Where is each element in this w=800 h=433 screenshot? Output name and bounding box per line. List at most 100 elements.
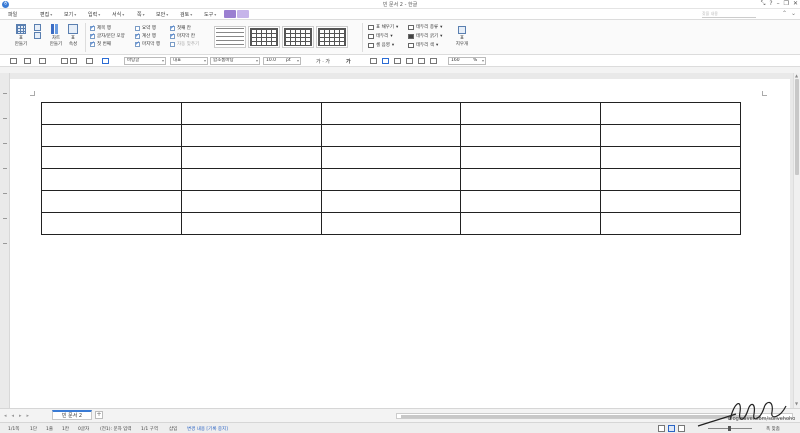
menu-tools[interactable]: 도구▾ (204, 11, 216, 18)
table-cell[interactable] (600, 146, 741, 169)
align-left-icon[interactable] (370, 58, 377, 64)
scroll-down-icon[interactable]: ▼ (795, 401, 798, 406)
zoom-select[interactable]: 160% ▾ (448, 57, 486, 65)
next-tab-icon[interactable]: ▸ (19, 413, 22, 419)
table-cell[interactable] (180, 168, 322, 191)
normal-view-icon[interactable] (658, 425, 665, 432)
align-justify-icon[interactable] (382, 58, 389, 64)
add-tab-button[interactable]: + (95, 411, 103, 419)
font-color-icon[interactable]: 가 (346, 58, 351, 65)
table-cell[interactable] (180, 212, 322, 235)
cell-split-button[interactable] (32, 24, 42, 40)
menu-format[interactable]: 서식▾ (112, 11, 124, 18)
table-cell[interactable] (320, 146, 462, 169)
table-style-grid-3[interactable] (316, 26, 348, 48)
web-view-icon[interactable] (678, 425, 685, 432)
hancom-app-icon[interactable]: ㅎ (2, 1, 9, 8)
create-chart-button[interactable]: 차트 만들기 (48, 24, 64, 47)
table-style-grid-2[interactable] (282, 26, 314, 48)
language-select[interactable]: 대표 ▾ (170, 57, 208, 65)
table-cell[interactable] (600, 102, 741, 125)
table-cell[interactable] (320, 124, 462, 147)
checkbox-header-row[interactable]: 제목 행 (90, 24, 125, 32)
table-cell[interactable] (600, 124, 741, 147)
document-table[interactable] (41, 102, 741, 235)
menu-security[interactable]: 보안▾ (156, 11, 168, 18)
table-cell[interactable] (41, 212, 182, 235)
table-layout-tab-icon[interactable] (237, 10, 249, 18)
font-size-input[interactable]: 10.0 pt ▾ (263, 57, 301, 65)
border-type-button[interactable]: 테두리 종류 ▾ (408, 24, 442, 30)
menu-view[interactable]: 보기▾ (64, 11, 76, 18)
table-cell[interactable] (460, 102, 602, 125)
scrollbar-thumb[interactable] (795, 79, 799, 175)
scroll-up-icon[interactable]: ▲ (795, 73, 798, 78)
create-table-button[interactable]: 표 만들기 (10, 24, 32, 47)
table-fill-button[interactable]: 표 채우기 ▾ (368, 24, 398, 30)
close-button[interactable]: ✕ (793, 0, 798, 8)
table-cell[interactable] (41, 146, 182, 169)
table-cell[interactable] (320, 168, 462, 191)
table-cell[interactable] (180, 146, 322, 169)
print-preview-icon[interactable] (70, 58, 77, 64)
table-design-tab-icon[interactable] (224, 10, 236, 18)
first-tab-icon[interactable]: ◂ (4, 413, 7, 419)
table-cell[interactable] (41, 124, 182, 147)
tab-document[interactable]: 빈 문서 2 (52, 410, 92, 420)
collapse-ribbon-icon[interactable]: ⌃ (782, 10, 787, 17)
distribute-icon[interactable] (418, 58, 425, 64)
border-width-button[interactable]: 테두리 굵기 ▾ (408, 33, 442, 39)
table-cell[interactable] (460, 168, 602, 191)
table-cell[interactable] (180, 102, 322, 125)
page-view-icon[interactable] (668, 425, 675, 432)
table-cell[interactable] (460, 146, 602, 169)
border-button[interactable]: 테두리 ▾ (368, 33, 393, 39)
open-folder-icon[interactable] (24, 58, 31, 64)
fullscreen-icon[interactable]: ⤡ (761, 0, 766, 8)
char-spacing-buttons[interactable]: 가 · 가 (316, 58, 330, 65)
border-color-button[interactable]: 테두리 색 ▾ (408, 42, 438, 48)
table-cell[interactable] (41, 190, 182, 213)
align-right-icon[interactable] (406, 58, 413, 64)
table-cell[interactable] (460, 212, 602, 235)
status-insert-mode[interactable]: 삽입 (169, 426, 177, 432)
table-cell[interactable] (320, 212, 462, 235)
zoom-slider-handle[interactable] (728, 426, 731, 431)
table-cell[interactable] (320, 190, 462, 213)
table-cell[interactable] (600, 168, 741, 191)
table-cell[interactable] (180, 124, 322, 147)
scrollbar-thumb[interactable] (401, 415, 761, 418)
checkbox-first-column[interactable]: 첫 번째 (90, 40, 125, 48)
menu-insert[interactable]: 입력▾ (88, 11, 100, 18)
print-icon[interactable] (61, 58, 68, 64)
menu-page[interactable]: 쪽▾ (137, 11, 145, 18)
table-cell[interactable] (180, 190, 322, 213)
status-track-changes[interactable]: 변경 내용 [기록 중지] (187, 426, 228, 432)
checkbox-last-row[interactable]: 마지막 행 (135, 40, 160, 48)
table-cell[interactable] (600, 190, 741, 213)
line-spacing-icon[interactable] (430, 58, 437, 64)
table-cell[interactable] (320, 102, 462, 125)
table-cell[interactable] (41, 102, 182, 125)
table-cell[interactable] (41, 168, 182, 191)
status-page[interactable]: 1/1쪽 (8, 426, 19, 432)
menu-search-input[interactable]: 찾을 내용 (702, 11, 756, 18)
checkbox-last-column[interactable]: 마지막 칸 (170, 32, 199, 40)
document-page[interactable] (10, 79, 790, 408)
cell-shading-button[interactable]: 셀 음영 ▾ (368, 42, 394, 48)
checkbox-char-para-shape[interactable]: 글자/문단 모양 (90, 32, 125, 40)
align-center-icon[interactable] (394, 58, 401, 64)
menu-file[interactable]: 파일 (8, 11, 17, 18)
table-properties-button[interactable]: 표 속성 (66, 24, 80, 47)
table-cell[interactable] (460, 190, 602, 213)
expand-ribbon-icon[interactable]: ⌄ (791, 10, 796, 17)
help-icon[interactable]: ? (769, 0, 772, 8)
document-canvas[interactable] (10, 73, 793, 408)
fit-width-button[interactable]: 폭 맞춤 (766, 426, 780, 432)
prev-tab-icon[interactable]: ◂ (12, 413, 15, 419)
menu-edit[interactable]: 편집▾ (40, 11, 52, 18)
last-tab-icon[interactable]: ▸ (27, 413, 30, 419)
table-style-grid-1[interactable] (248, 26, 280, 48)
table-style-plain[interactable] (214, 26, 246, 48)
font-select[interactable]: 함초롬바탕 ▾ (210, 57, 260, 65)
